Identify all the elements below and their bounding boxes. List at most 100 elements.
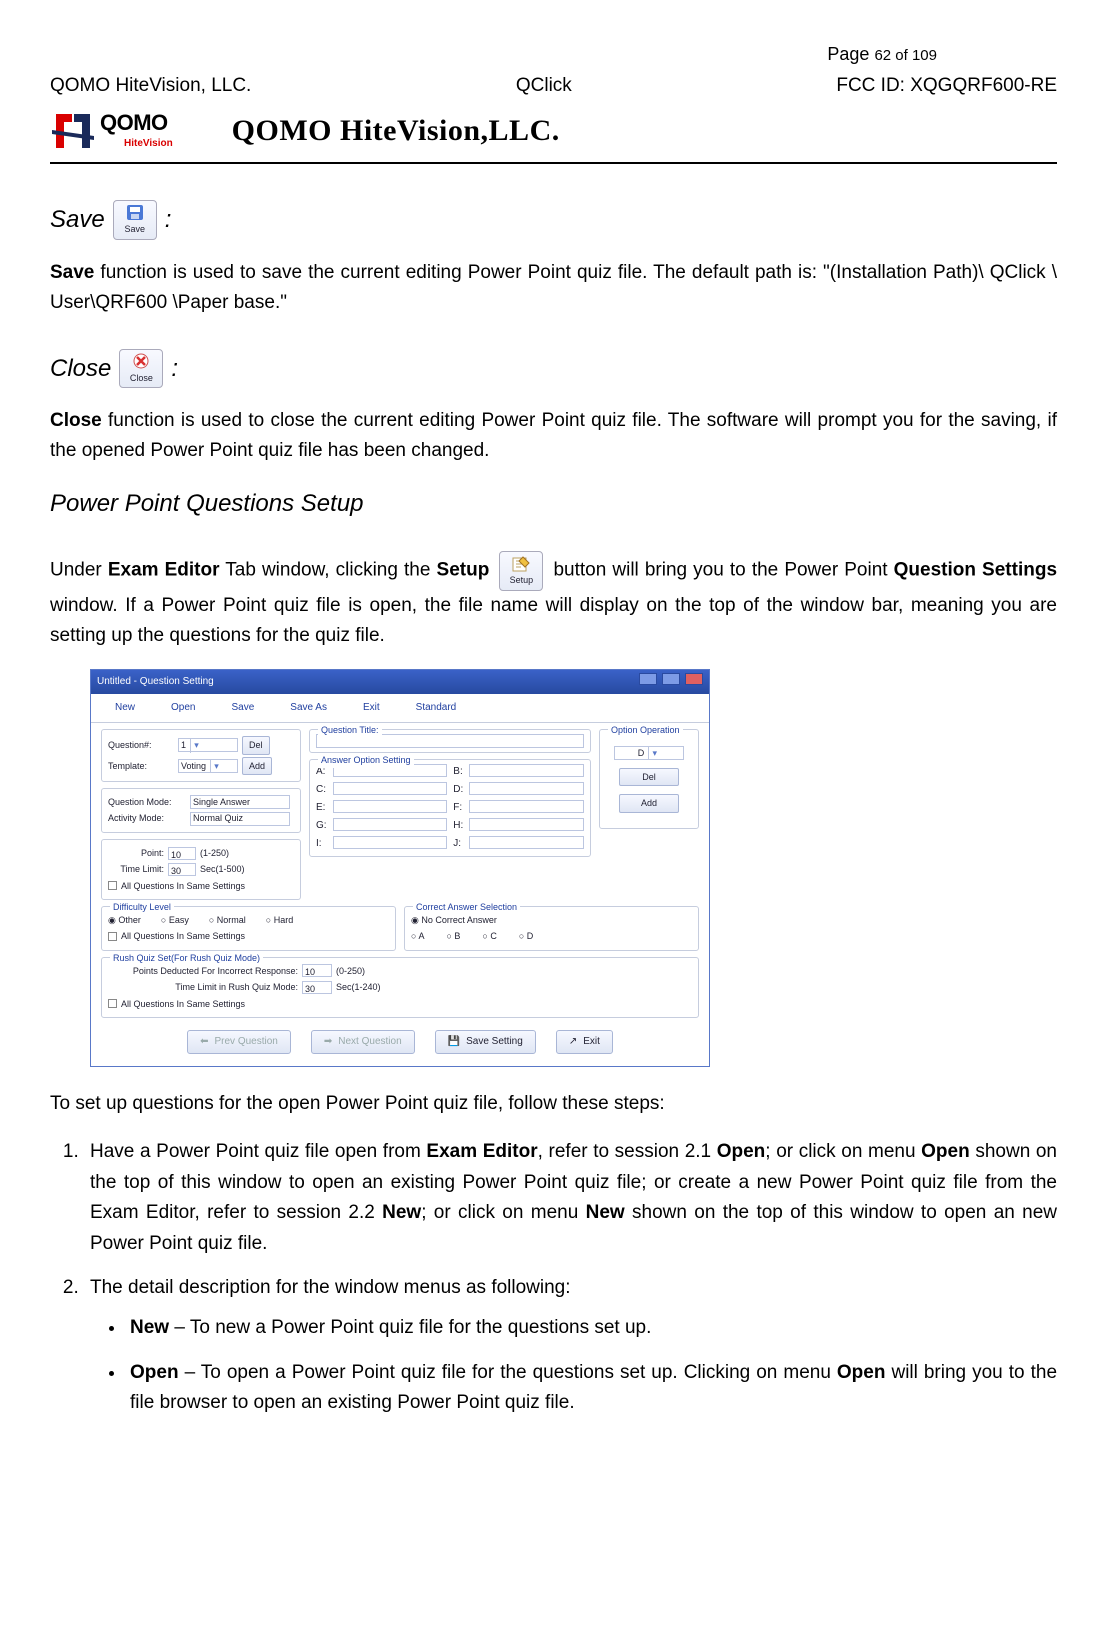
- menu-save-as[interactable]: Save As: [290, 700, 327, 716]
- amode-label: Activity Mode:: [108, 811, 186, 825]
- difficulty-legend: Difficulty Level: [110, 900, 174, 914]
- ans-c-input[interactable]: [333, 782, 448, 795]
- rush-time-range: Sec(1-240): [336, 980, 381, 994]
- opop-del-button[interactable]: Del: [619, 768, 679, 786]
- opop-legend: Option Operation: [608, 723, 683, 737]
- pencil-note-icon: [511, 555, 531, 573]
- minimize-icon[interactable]: [639, 673, 657, 685]
- step-2: The detail description for the window me…: [84, 1273, 1057, 1419]
- add-button[interactable]: Add: [242, 757, 272, 775]
- page-num: 62: [874, 47, 891, 64]
- save-description: Save function is used to save the curren…: [50, 258, 1057, 319]
- correct-panel: Correct Answer Selection ◉ No Correct An…: [404, 906, 699, 951]
- followup-intro: To set up questions for the open Power P…: [50, 1089, 1057, 1119]
- point-input[interactable]: 10: [168, 847, 196, 860]
- header-divider: [50, 162, 1057, 164]
- time-unit: Sec(1-500): [200, 862, 245, 876]
- menu-bar: New Open Save Save As Exit Standard: [91, 694, 709, 723]
- sp-b3: Question Settings: [894, 560, 1057, 581]
- menu-open[interactable]: Open: [171, 700, 195, 716]
- menu-new[interactable]: New: [115, 700, 135, 716]
- menu-standard[interactable]: Standard: [416, 700, 457, 716]
- radio-easy[interactable]: ○ Easy: [161, 913, 189, 927]
- ans-j-input[interactable]: [469, 836, 584, 849]
- radio-other[interactable]: ◉ Other: [108, 913, 141, 927]
- checkbox-icon[interactable]: [108, 932, 117, 941]
- page-number: Page 62 of 109: [50, 40, 1057, 69]
- rush-time-input[interactable]: 30: [302, 981, 332, 994]
- radio-none[interactable]: ◉ No Correct Answer: [411, 913, 497, 927]
- ans-e-input[interactable]: [333, 800, 448, 813]
- ans-d-input[interactable]: [469, 782, 584, 795]
- radio-ca[interactable]: ○ A: [411, 929, 424, 943]
- window-controls: [637, 673, 703, 691]
- opop-add-button[interactable]: Add: [619, 794, 679, 812]
- rush-pts-input[interactable]: 10: [302, 964, 332, 977]
- prev-question-button[interactable]: ⬅Prev Question: [187, 1030, 291, 1054]
- ans-j: J:: [453, 836, 463, 852]
- checkbox-icon[interactable]: [108, 881, 117, 890]
- opop-letter[interactable]: D▾: [614, 746, 684, 760]
- radio-cc[interactable]: ○ C: [482, 929, 496, 943]
- checkbox-icon[interactable]: [108, 999, 117, 1008]
- save-heading: Save Save :: [50, 200, 171, 239]
- save-icon-caption: Save: [124, 222, 145, 236]
- all-same-1: All Questions In Same Settings: [121, 879, 245, 893]
- step-2-bullets: New – To new a Power Point quiz file for…: [126, 1313, 1057, 1418]
- save-setting-button[interactable]: 💾Save Setting: [435, 1030, 536, 1054]
- exit-button[interactable]: ↗Exit: [556, 1030, 613, 1054]
- close-description: Close function is used to close the curr…: [50, 406, 1057, 467]
- sp1: Under: [50, 560, 108, 581]
- close-icon[interactable]: [685, 673, 703, 685]
- chevron-down-icon: ▾: [210, 759, 222, 773]
- ans-f: F:: [453, 800, 463, 816]
- sp2: Tab window, clicking the: [220, 560, 437, 581]
- ans-g-input[interactable]: [333, 818, 448, 831]
- close-x-icon: [131, 353, 151, 371]
- page-prefix: Page: [827, 44, 874, 64]
- correct-legend: Correct Answer Selection: [413, 900, 520, 914]
- ans-f-input[interactable]: [469, 800, 584, 813]
- ans-g: G:: [316, 818, 327, 834]
- menu-exit[interactable]: Exit: [363, 700, 380, 716]
- template-select[interactable]: Voting▾: [178, 759, 238, 773]
- qtitle-panel: Question Title:: [309, 729, 591, 753]
- ans-b-input[interactable]: [469, 764, 584, 777]
- save-rest: function is used to save the current edi…: [50, 262, 1057, 313]
- sp-b2: Setup: [437, 560, 490, 581]
- setup-paragraph: Under Exam Editor Tab window, clicking t…: [50, 551, 1057, 651]
- logo-row: QOMO HiteVision QOMO HiteVision,LLC.: [50, 105, 1057, 156]
- all-same-3: All Questions In Same Settings: [121, 997, 245, 1011]
- del-button[interactable]: Del: [242, 736, 270, 754]
- ans-e: E:: [316, 800, 327, 816]
- qmode-select[interactable]: Single Answer: [190, 795, 290, 809]
- difficulty-panel: Difficulty Level ◉ Other ○ Easy ○ Normal…: [101, 906, 396, 951]
- bullet-open: Open – To open a Power Point quiz file f…: [126, 1358, 1057, 1419]
- mode-panel: Question Mode:Single Answer Activity Mod…: [101, 788, 301, 833]
- sp-b1: Exam Editor: [108, 560, 220, 581]
- ans-i-input[interactable]: [333, 836, 448, 849]
- ans-b: B:: [453, 764, 463, 780]
- logo-subtext: HiteVision: [124, 136, 192, 152]
- radio-cd[interactable]: ○ D: [519, 929, 533, 943]
- floppy-icon: 💾: [448, 1034, 460, 1050]
- all-same-2: All Questions In Same Settings: [121, 929, 245, 943]
- setup-icon-caption: Setup: [510, 573, 534, 587]
- question-select[interactable]: 1▾: [178, 738, 238, 752]
- ans-d: D:: [453, 782, 463, 798]
- setup-heading: Power Point Questions Setup: [50, 485, 1057, 523]
- radio-hard[interactable]: ○ Hard: [266, 913, 293, 927]
- close-bold: Close: [50, 410, 102, 431]
- option-operation-panel: Option Operation D▾ Del Add: [599, 729, 699, 829]
- time-input[interactable]: 30: [168, 863, 196, 876]
- window-title: Untitled - Question Setting: [97, 674, 214, 690]
- radio-cb[interactable]: ○ B: [446, 929, 460, 943]
- exit-arrow-icon: ↗: [569, 1034, 577, 1050]
- radio-normal[interactable]: ○ Normal: [209, 913, 246, 927]
- menu-save[interactable]: Save: [231, 700, 254, 716]
- save-colon: :: [165, 201, 172, 239]
- amode-select[interactable]: Normal Quiz: [190, 812, 290, 826]
- maximize-icon[interactable]: [662, 673, 680, 685]
- next-question-button[interactable]: ➡Next Question: [311, 1030, 415, 1054]
- ans-h-input[interactable]: [469, 818, 584, 831]
